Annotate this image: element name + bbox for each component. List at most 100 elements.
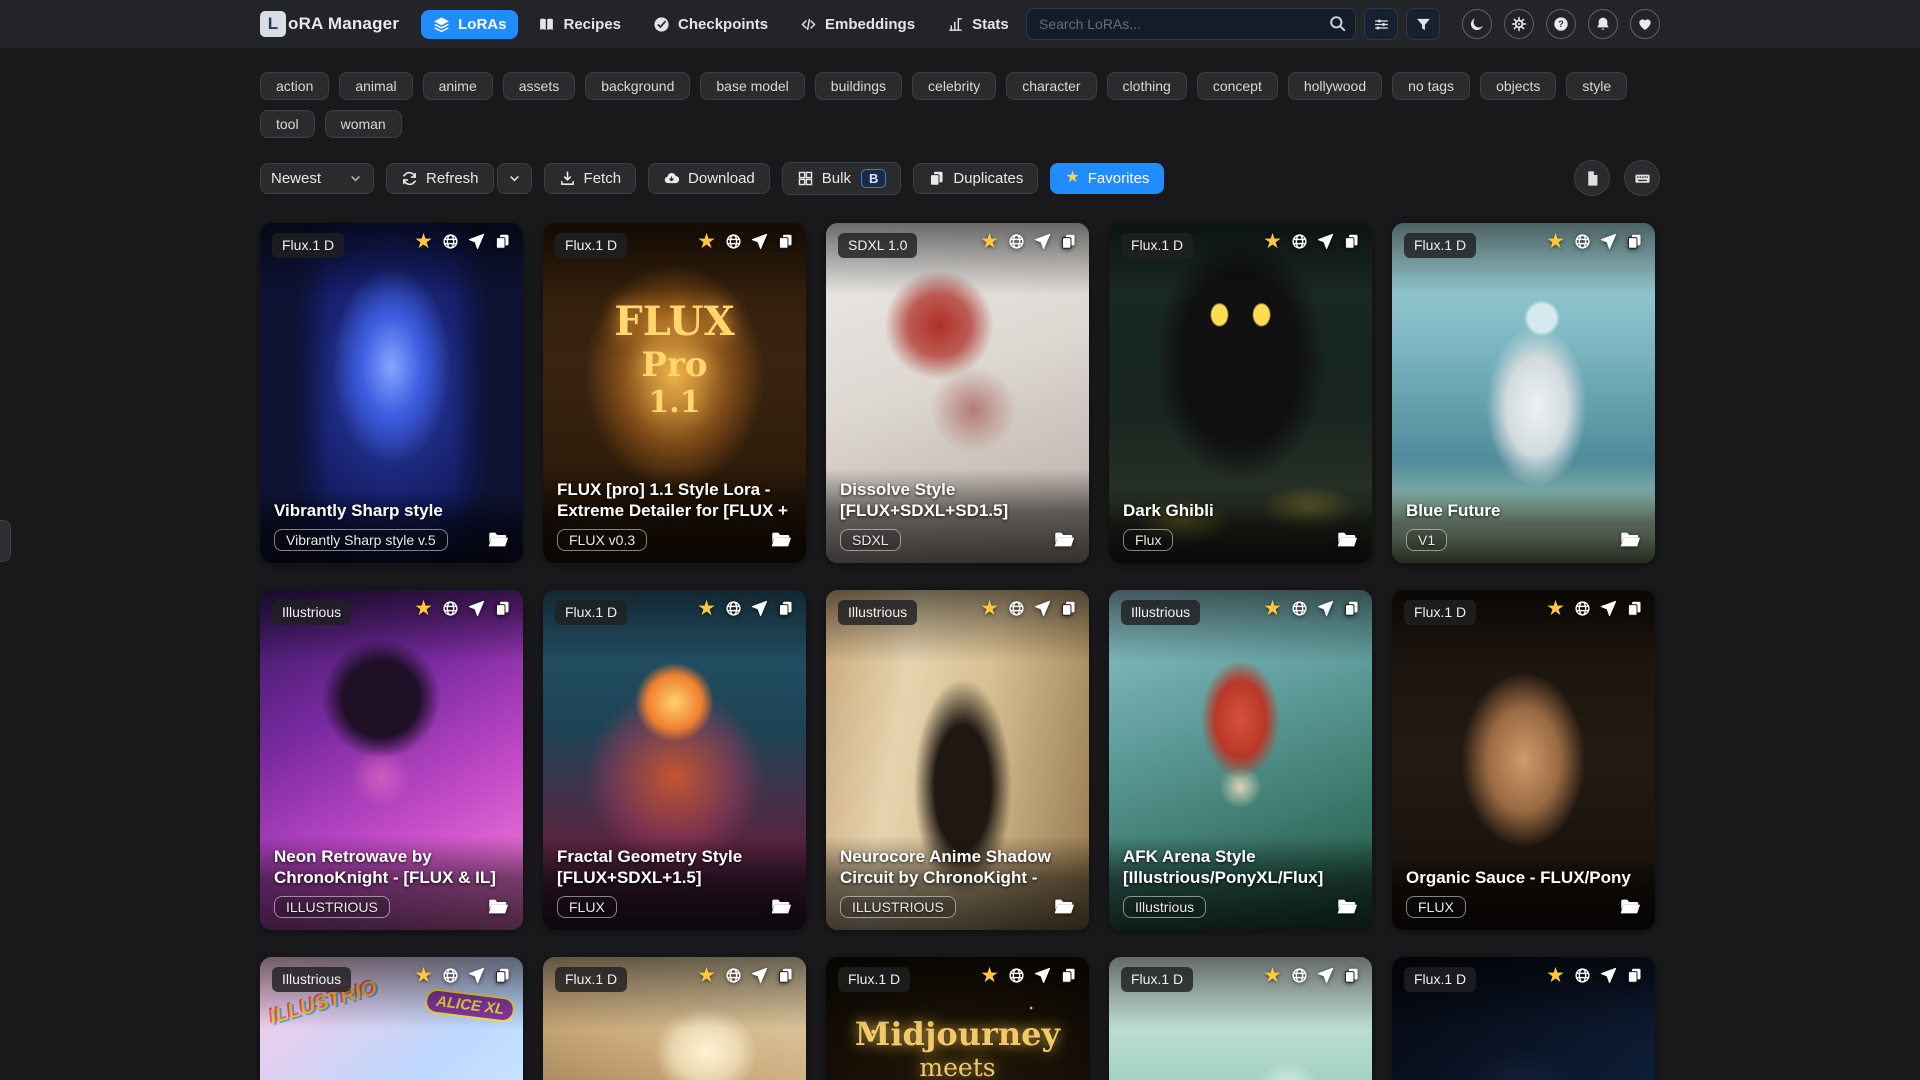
favorite-star-icon[interactable]: ★ — [1546, 967, 1565, 984]
folder-open-icon[interactable] — [487, 529, 509, 551]
send-icon[interactable] — [1034, 967, 1051, 984]
lora-card[interactable]: Flux.1 D ★ — [1392, 957, 1655, 1080]
folder-open-icon[interactable] — [487, 896, 509, 918]
favorite-star-icon[interactable]: ★ — [697, 967, 716, 984]
favorite-star-icon[interactable]: ★ — [1546, 233, 1565, 250]
lora-card[interactable]: Flux.1 D ★ — [543, 957, 806, 1080]
favorite-star-icon[interactable]: ★ — [980, 233, 999, 250]
tag-pill[interactable]: woman — [325, 110, 402, 138]
globe-icon[interactable] — [442, 967, 459, 984]
lora-card[interactable]: Illustrious ★ AFK Arena Style [Illustrio… — [1109, 590, 1372, 930]
keyboard-shortcuts-button[interactable] — [1624, 160, 1660, 196]
send-icon[interactable] — [468, 967, 485, 984]
download-button[interactable]: Download — [648, 163, 770, 194]
copy-icon[interactable] — [777, 233, 794, 250]
lora-card[interactable]: SDXL 1.0 ★ Dissolve Style [FLUX+SDXL+SD1… — [826, 223, 1089, 563]
favorite-star-icon[interactable]: ★ — [414, 600, 433, 617]
version-badge[interactable]: ILLUSTRIOUS — [274, 896, 390, 918]
globe-icon[interactable] — [442, 233, 459, 250]
support-button[interactable] — [1630, 9, 1660, 39]
copy-icon[interactable] — [494, 600, 511, 617]
favorite-star-icon[interactable]: ★ — [980, 967, 999, 984]
send-icon[interactable] — [751, 600, 768, 617]
help-button[interactable]: ? — [1546, 9, 1576, 39]
favorite-star-icon[interactable]: ★ — [1263, 967, 1282, 984]
bulk-button[interactable]: Bulk B — [782, 162, 902, 195]
send-icon[interactable] — [1034, 600, 1051, 617]
tag-pill[interactable]: celebrity — [912, 72, 996, 100]
lora-card[interactable]: Flux.1 D ★ Vibrantly Sharp style Vibrant… — [260, 223, 523, 563]
copy-icon[interactable] — [494, 233, 511, 250]
globe-icon[interactable] — [725, 233, 742, 250]
favorite-star-icon[interactable]: ★ — [414, 967, 433, 984]
folder-open-icon[interactable] — [1619, 896, 1641, 918]
tag-pill[interactable]: hollywood — [1288, 72, 1382, 100]
lora-card[interactable]: Illustrious ★ Neurocore Anime Shadow Cir… — [826, 590, 1089, 930]
tag-pill[interactable]: action — [260, 72, 329, 100]
favorite-star-icon[interactable]: ★ — [697, 233, 716, 250]
favorites-filter-button[interactable]: ★ Favorites — [1050, 163, 1164, 194]
nav-item-loras[interactable]: LoRAs — [421, 10, 518, 39]
search-input[interactable] — [1026, 8, 1356, 40]
copy-icon[interactable] — [1626, 600, 1643, 617]
version-badge[interactable]: ILLUSTRIOUS — [840, 896, 956, 918]
version-badge[interactable]: Flux — [1123, 529, 1173, 551]
tag-pill[interactable]: base model — [700, 72, 804, 100]
copy-icon[interactable] — [1060, 600, 1077, 617]
tag-pill[interactable]: no tags — [1392, 72, 1470, 100]
globe-icon[interactable] — [1008, 233, 1025, 250]
advanced-filters-button[interactable] — [1364, 8, 1398, 40]
favorite-star-icon[interactable]: ★ — [1263, 600, 1282, 617]
folder-open-icon[interactable] — [1053, 529, 1075, 551]
filter-button[interactable] — [1406, 8, 1440, 40]
settings-button[interactable] — [1504, 9, 1534, 39]
copy-icon[interactable] — [1343, 600, 1360, 617]
version-badge[interactable]: V1 — [1406, 529, 1447, 551]
send-icon[interactable] — [1317, 600, 1334, 617]
send-icon[interactable] — [1600, 600, 1617, 617]
version-badge[interactable]: Vibrantly Sharp style v.5 — [274, 529, 448, 551]
globe-icon[interactable] — [1291, 967, 1308, 984]
folder-open-icon[interactable] — [1053, 896, 1075, 918]
tag-pill[interactable]: concept — [1197, 72, 1278, 100]
globe-icon[interactable] — [725, 600, 742, 617]
favorite-star-icon[interactable]: ★ — [697, 600, 716, 617]
send-icon[interactable] — [751, 233, 768, 250]
send-icon[interactable] — [1034, 233, 1051, 250]
dark-mode-button[interactable] — [1462, 9, 1492, 39]
version-badge[interactable]: SDXL — [840, 529, 901, 551]
version-badge[interactable]: FLUX v0.3 — [557, 529, 647, 551]
sort-dropdown[interactable]: Newest — [260, 163, 374, 194]
lora-card[interactable]: Flux.1 D ★ Blue Future V1 — [1392, 223, 1655, 563]
version-badge[interactable]: Illustrious — [1123, 896, 1206, 918]
copy-icon[interactable] — [1343, 967, 1360, 984]
send-icon[interactable] — [468, 600, 485, 617]
duplicates-button[interactable]: Duplicates — [913, 163, 1038, 194]
send-icon[interactable] — [1600, 233, 1617, 250]
copy-icon[interactable] — [1060, 967, 1077, 984]
folder-open-icon[interactable] — [1336, 896, 1358, 918]
globe-icon[interactable] — [1008, 600, 1025, 617]
copy-icon[interactable] — [494, 967, 511, 984]
folder-open-icon[interactable] — [1619, 529, 1641, 551]
lora-card[interactable]: Flux.1 D ★ Fractal Geometry Style [FLUX+… — [543, 590, 806, 930]
tag-pill[interactable]: assets — [503, 72, 575, 100]
send-icon[interactable] — [468, 233, 485, 250]
globe-icon[interactable] — [1291, 233, 1308, 250]
copy-icon[interactable] — [1626, 967, 1643, 984]
copy-icon[interactable] — [1626, 233, 1643, 250]
globe-icon[interactable] — [725, 967, 742, 984]
globe-icon[interactable] — [1574, 967, 1591, 984]
globe-icon[interactable] — [1008, 967, 1025, 984]
folder-open-icon[interactable] — [770, 529, 792, 551]
version-badge[interactable]: FLUX — [1406, 896, 1466, 918]
tag-pill[interactable]: anime — [423, 72, 493, 100]
refresh-options-button[interactable] — [497, 163, 532, 194]
lora-card[interactable]: ILLUSTRIOALICE XL Illustrious ★ — [260, 957, 523, 1080]
globe-icon[interactable] — [1574, 600, 1591, 617]
copy-icon[interactable] — [777, 600, 794, 617]
send-icon[interactable] — [1317, 967, 1334, 984]
tag-pill[interactable]: background — [585, 72, 690, 100]
globe-icon[interactable] — [1291, 600, 1308, 617]
refresh-button[interactable]: Refresh — [386, 163, 494, 194]
